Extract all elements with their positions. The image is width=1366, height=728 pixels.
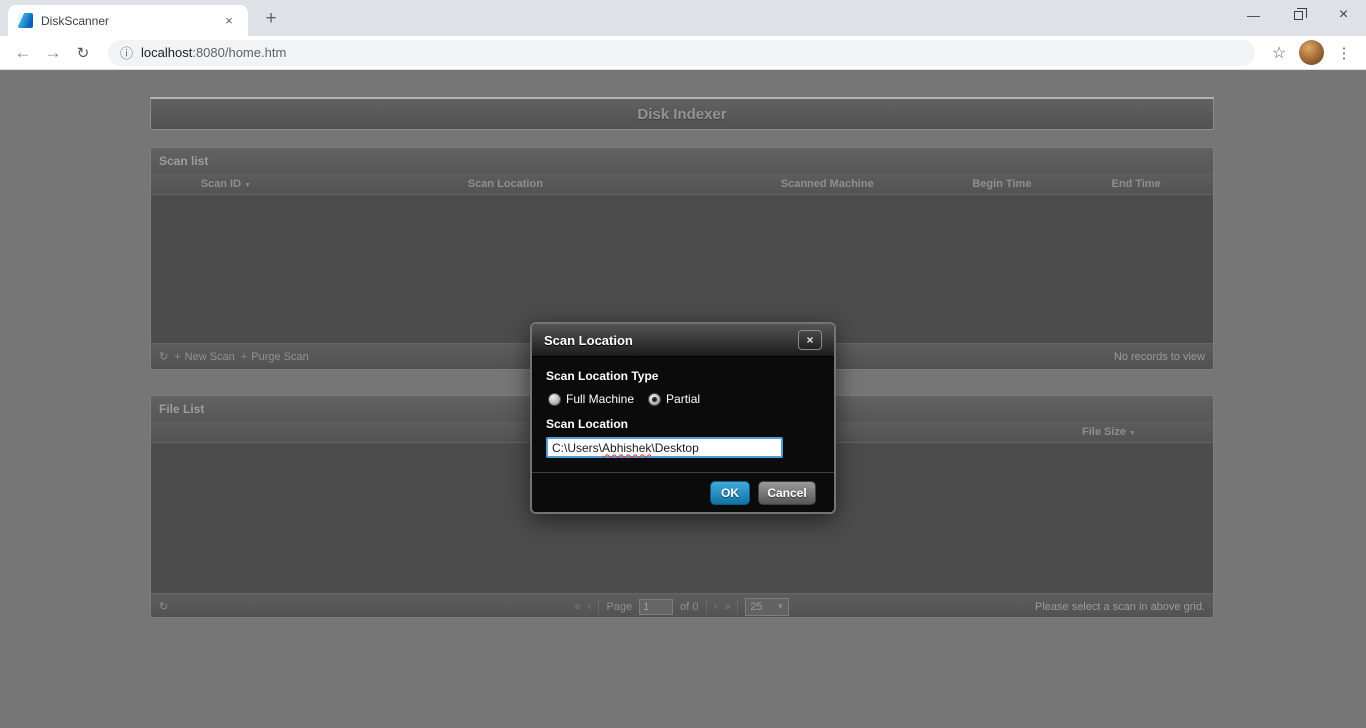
prev-page-icon[interactable]: ‹ [588,601,592,613]
scan-refresh-icon[interactable]: ↻ [159,350,168,363]
page-info-icon[interactable]: ⓘ [120,43,133,62]
app-header: Disk Indexer [150,97,1214,130]
file-refresh-icon[interactable]: ↻ [159,600,168,613]
first-page-icon[interactable]: « [575,601,581,613]
browser-menu-icon[interactable]: ⋮ [1330,39,1358,67]
scan-list-column-headers: Scan ID ▼ Scan Location Scanned Machine B… [151,173,1213,195]
new-scan-icon: + [174,350,181,363]
file-list-pager: ↻ « ‹ Page of 0 › » 25▼ Please select a … [151,593,1213,617]
misspelled-text: Abhishek [602,440,652,455]
minimize-button[interactable]: — [1231,0,1276,30]
url-text: localhost:8080/home.htm [141,45,286,60]
sort-desc-icon: ▼ [1129,429,1136,437]
scan-type-radio-group: Full Machine Partial [548,392,820,406]
scan-list-body [151,195,1213,343]
scan-location-input[interactable]: C:\Users\ Abhishek \Desktop [546,437,783,458]
radio-checked-icon[interactable] [648,392,662,406]
diskscanner-favicon-icon [18,13,33,28]
cancel-button[interactable]: Cancel [758,480,816,505]
bookmark-star-icon[interactable]: ☆ [1265,39,1293,67]
page-number-input[interactable] [639,598,674,615]
dialog-footer: OK Cancel [532,472,834,512]
back-icon[interactable]: ← [8,39,38,67]
dialog-title: Scan Location [544,332,633,348]
column-scan-id[interactable]: Scan ID ▼ [151,178,301,190]
restore-button[interactable] [1276,0,1321,30]
address-bar[interactable]: ⓘ localhost:8080/home.htm [108,39,1255,66]
close-icon: × [806,333,814,347]
file-list-status: Please select a scan in above grid. [1035,600,1205,613]
browser-tab-strip: DiskScanner × + — × [0,0,1366,36]
forward-icon[interactable]: → [38,39,68,67]
ok-button[interactable]: OK [710,480,750,505]
page-title: Disk Indexer [637,105,727,123]
pager-divider [705,599,707,614]
column-end-time[interactable]: End Time [1059,178,1213,190]
reload-icon[interactable]: ↻ [68,39,98,67]
pager-divider [598,599,600,614]
scan-location-type-label: Scan Location Type [546,369,659,383]
radio-full-machine[interactable]: Full Machine [548,392,634,406]
next-page-icon[interactable]: › [714,601,718,613]
scan-location-label: Scan Location [546,417,629,431]
dialog-close-button[interactable]: × [798,330,822,350]
browser-tab[interactable]: DiskScanner × [8,5,248,36]
window-close-button[interactable]: × [1321,0,1366,30]
scan-location-dialog: Scan Location × Scan Location Type Full … [530,322,836,514]
column-begin-time[interactable]: Begin Time [945,178,1060,190]
window-controls: — × [1231,0,1366,30]
profile-avatar[interactable] [1299,40,1324,65]
scan-list-caption: Scan list [151,148,1213,173]
dialog-body: Scan Location Type Full Machine Partial … [532,357,834,472]
url-host: localhost [141,45,193,60]
page-label: Page [606,600,633,613]
chevron-down-icon: ▼ [776,602,785,611]
new-tab-button[interactable]: + [258,8,284,30]
browser-toolbar: ← → ↻ ⓘ localhost:8080/home.htm ☆ ⋮ [0,36,1366,70]
radio-partial[interactable]: Partial [648,392,700,406]
purge-scan-button[interactable]: + Purge Scan [241,351,309,363]
pager-divider [737,599,739,614]
radio-unchecked-icon[interactable] [548,392,561,406]
url-path: :8080/home.htm [192,45,287,60]
last-page-icon[interactable]: » [724,601,730,613]
dialog-title-bar[interactable]: Scan Location × [532,324,834,357]
page-content: Disk Indexer Scan list Scan ID ▼ Scan Loc… [0,70,1366,728]
restore-icon [1294,7,1307,20]
scan-list-status: No records to view [1113,350,1205,363]
column-file-size[interactable]: File Size ▼ [1029,426,1189,438]
purge-scan-icon: + [240,350,248,363]
page-of-label: of 0 [680,600,699,613]
page-size-select[interactable]: 25 ▼ [745,597,790,616]
tab-close-icon[interactable]: × [220,12,238,30]
new-scan-button[interactable]: + New Scan [174,351,235,363]
tab-title: DiskScanner [41,13,110,28]
sort-desc-icon: ▼ [244,181,251,189]
column-scan-location[interactable]: Scan Location [301,178,710,190]
column-scanned-machine[interactable]: Scanned Machine [710,178,945,190]
